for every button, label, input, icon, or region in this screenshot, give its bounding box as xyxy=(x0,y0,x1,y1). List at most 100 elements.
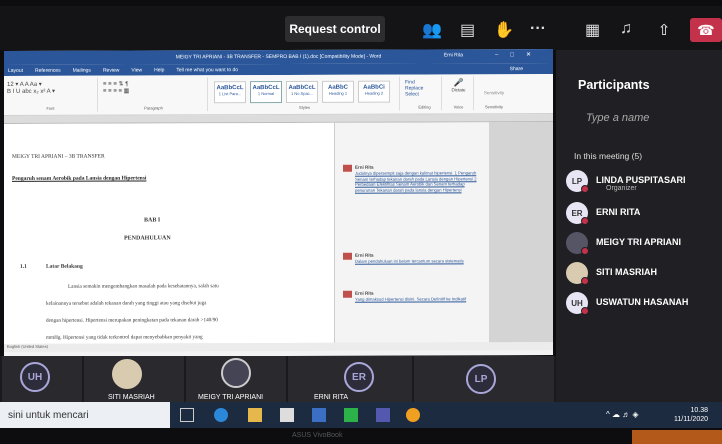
sensitivity-button[interactable]: Sensitivity xyxy=(476,76,512,95)
section-title: Latar Belakang xyxy=(46,263,83,270)
raise-hand-icon[interactable]: ✋ xyxy=(494,20,514,40)
window-controls-icon[interactable]: –□✕ xyxy=(495,51,543,58)
participant-role: Organizer xyxy=(606,185,637,192)
font-group-label: Font xyxy=(46,105,55,111)
participant-linda[interactable]: LP LINDA PUSPITASARI Organizer xyxy=(566,170,722,193)
status-dot xyxy=(581,247,589,255)
taskbar-search-input[interactable]: sini untuk mencari xyxy=(0,402,170,428)
para-line-3: dengan hipertensi. Hipertensi merupakan … xyxy=(46,317,218,324)
dictate-icon[interactable]: 🎤 xyxy=(444,76,473,87)
comment-avatar xyxy=(343,290,352,298)
avatar: LP xyxy=(466,364,496,394)
menu-layout[interactable]: Layout xyxy=(8,67,23,73)
para-line-2: kelainannya tersebut adalah tekanan dara… xyxy=(46,300,207,307)
word-window: MEIGY TRI APRIANI - 3B TRANSFER - SEMPRO… xyxy=(4,49,553,357)
paragraph-controls[interactable]: ≡ ≡ ≡ ⇅ ¶ ≡ ≡ ≡ ≡ ▦ xyxy=(100,77,207,97)
style-no-spacing[interactable]: AaBbCcL 1 No Spac... xyxy=(286,80,318,103)
comment-author: Erni Rita xyxy=(355,290,374,296)
camera-off-icon[interactable]: ▦ xyxy=(585,20,600,40)
teams-icon[interactable] xyxy=(376,408,390,422)
in-meeting-count: In this meeting (5) xyxy=(574,151,643,161)
people-icon[interactable]: 👥 xyxy=(422,20,442,40)
avatar xyxy=(221,358,251,388)
menu-references[interactable]: References xyxy=(35,67,61,73)
doc-topic: Pengaruh senam Aerobik pada Lansia denga… xyxy=(12,175,147,182)
participant-erni[interactable]: ER ERNI RITA xyxy=(566,202,722,225)
style-heading-1[interactable]: AaBbC Heading 1 xyxy=(322,80,354,103)
language-status: English (United States) xyxy=(7,343,48,349)
laptop-brand-label: ASUS VivoBook xyxy=(292,432,343,439)
comment-author: Erni Rita xyxy=(355,252,374,258)
clock-date: 11/11/2020 xyxy=(674,416,708,423)
voice-group-label: Voice xyxy=(453,104,464,110)
mail-icon[interactable] xyxy=(312,408,326,422)
file-explorer-icon[interactable] xyxy=(248,408,262,422)
share-tray-icon[interactable]: ⇧ xyxy=(644,18,684,42)
sensitivity-group-label: Sensitivity xyxy=(484,104,503,110)
tile-name: SITI MASRIAH xyxy=(108,394,155,401)
windows-taskbar: sini untuk mencari ^ ☁ ♬ ◈ 10.38 11/11/2… xyxy=(0,402,722,428)
select-button[interactable]: Select xyxy=(405,91,438,98)
styles-group: AaBbCcL 1 List Para... AaBbCcL 1 Normal Aa… xyxy=(210,76,400,112)
participant-siti[interactable]: SITI MASRIAH xyxy=(566,262,722,285)
tile-name: ERNI RITA xyxy=(314,394,349,401)
status-dot xyxy=(581,185,589,193)
comment-author: Erni Rita xyxy=(355,164,374,170)
video-tile-erni[interactable]: ER ERNI RITA xyxy=(288,356,412,402)
sensitivity-group: Sensitivity Sensitivity xyxy=(476,76,512,110)
request-control-button[interactable]: Request control xyxy=(285,16,385,42)
document-margin xyxy=(489,122,553,343)
word-ribbon: 12 ▾ A A Aa ▾ B I U abc x₂ x² A ▾ Font ≡ … xyxy=(4,74,553,116)
participant-name: LINDA PUSPITASARI xyxy=(596,175,686,185)
word-title-bar: MEIGY TRI APRIANI - 3B TRANSFER - SEMPRO… xyxy=(4,49,553,65)
video-tile-lp[interactable]: LP xyxy=(414,356,554,402)
teams-top-bar: Request control 👥 ▤ ✋ ··· ▦ ♫ ⇧ ☎ xyxy=(0,6,722,50)
system-tray-icons[interactable]: ^ ☁ ♬ ◈ xyxy=(606,410,639,419)
taskbar-clock[interactable]: 10.38 11/11/2020 xyxy=(674,406,708,424)
font-controls[interactable]: 12 ▾ A A Aa ▾ B I U abc x₂ x² A ▾ xyxy=(4,78,97,98)
menu-view[interactable]: View xyxy=(131,67,142,73)
edge-icon[interactable] xyxy=(214,408,228,422)
avatar xyxy=(112,359,142,389)
doc-header: MEIGY TRI APRIANI – 3B TRANSFER xyxy=(12,153,105,160)
status-dot xyxy=(581,307,589,315)
status-dot xyxy=(581,277,589,285)
menu-review[interactable]: Review xyxy=(103,67,119,73)
mic-off-icon[interactable]: ♫ xyxy=(620,20,632,38)
font-group[interactable]: 12 ▾ A A Aa ▾ B I U abc x₂ x² A ▾ Font xyxy=(4,77,98,112)
participant-search-input[interactable]: Type a name xyxy=(586,112,649,124)
participants-panel: Participants Type a name In this meeting… xyxy=(556,50,722,402)
comment-text: Judulnya dipersempit saja dengan kalimat… xyxy=(355,170,477,193)
store-icon[interactable] xyxy=(280,408,294,422)
video-strip: UH SITI MASRIAH MEIGY TRI APRIANI ER ERN… xyxy=(0,356,556,402)
tell-me-search[interactable]: Tell me what you want to do xyxy=(176,67,238,73)
style-normal[interactable]: AaBbCcL 1 Normal xyxy=(250,80,282,104)
dictate-button[interactable]: Dictate xyxy=(444,87,473,92)
task-view-icon[interactable] xyxy=(180,408,194,422)
participants-title: Participants xyxy=(578,78,650,92)
video-tile-uh[interactable]: UH xyxy=(2,356,82,402)
tile-name: MEIGY TRI APRIANI xyxy=(198,394,264,401)
doc-chapter: PENDAHULUAN xyxy=(124,235,171,242)
paragraph-group[interactable]: ≡ ≡ ≡ ⇅ ¶ ≡ ≡ ≡ ≡ ▦ Paragraph xyxy=(100,77,208,112)
app-icon[interactable] xyxy=(344,408,358,422)
document-title: MEIGY TRI APRIANI - 3B TRANSFER - SEMPRO… xyxy=(175,53,382,61)
chat-icon[interactable]: ▤ xyxy=(460,20,475,40)
more-options-icon[interactable]: ··· xyxy=(530,20,546,38)
chrome-icon[interactable] xyxy=(406,408,420,422)
menu-mailings[interactable]: Mailings xyxy=(73,67,91,73)
style-heading-2[interactable]: AaBbCi Heading 2 xyxy=(358,80,390,103)
paragraph-group-label: Paragraph xyxy=(144,105,163,111)
hang-up-button[interactable]: ☎ xyxy=(690,18,722,42)
avatar: ER xyxy=(344,362,374,392)
video-tile-meigy[interactable]: MEIGY TRI APRIANI xyxy=(186,356,286,402)
share-button[interactable]: Share xyxy=(510,66,523,72)
menu-help[interactable]: Help xyxy=(154,67,164,73)
participant-meigy[interactable]: MEIGY TRI APRIANI xyxy=(566,232,722,255)
para-line-1: Lansia semakin mengembangkan masalah pad… xyxy=(68,283,219,290)
participant-name: SITI MASRIAH xyxy=(596,267,658,277)
participant-uswatun[interactable]: UH USWATUN HASANAH xyxy=(566,292,722,315)
video-tile-siti[interactable]: SITI MASRIAH xyxy=(84,356,184,402)
document-page[interactable]: MEIGY TRI APRIANI – 3B TRANSFER Pengaruh… xyxy=(4,122,334,344)
style-list-paragraph[interactable]: AaBbCcL 1 List Para... xyxy=(214,81,246,104)
